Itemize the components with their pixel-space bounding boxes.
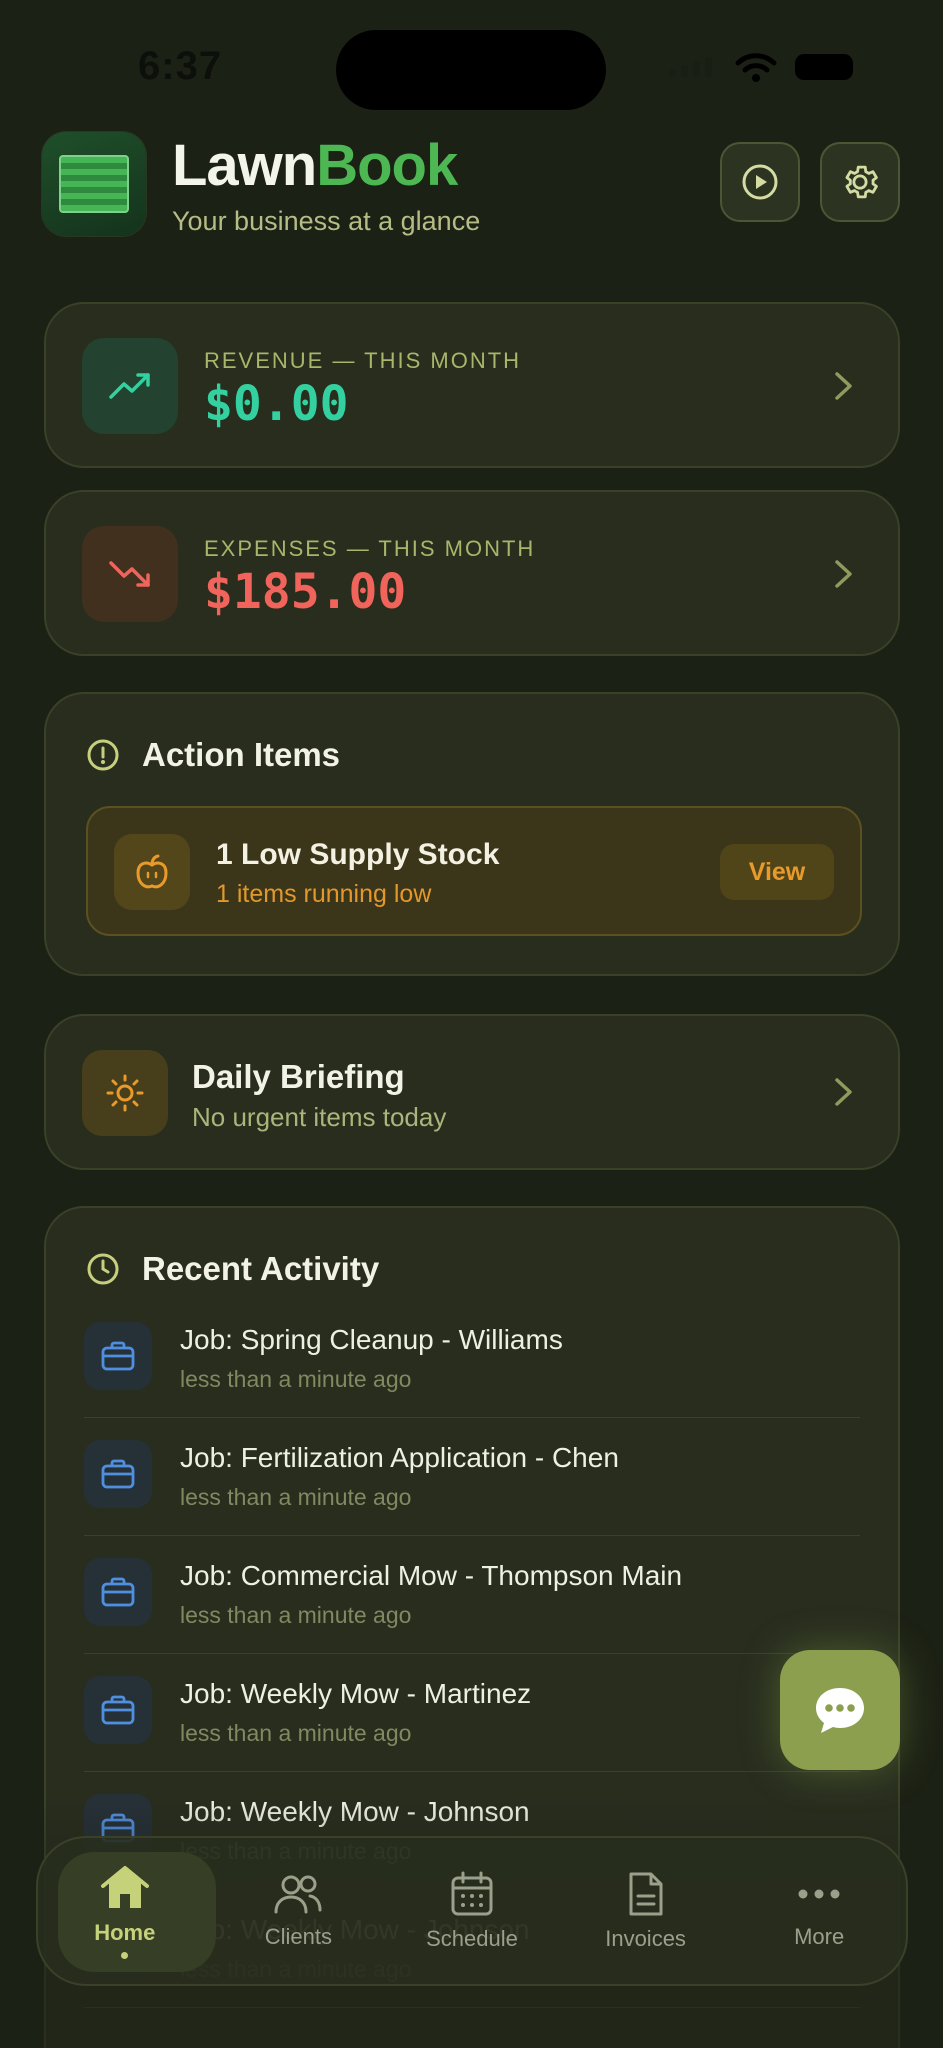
briefcase-icon — [84, 1558, 152, 1626]
calendar-icon — [451, 1871, 493, 1916]
chat-button[interactable] — [780, 1650, 900, 1770]
briefcase-icon — [84, 1676, 152, 1744]
tab-bar: Home Clients Schedule Invoices More — [36, 1836, 908, 1986]
chat-bubble-icon — [816, 1688, 864, 1733]
briefcase-icon — [84, 1440, 152, 1508]
status-time: 6:37 — [138, 44, 223, 88]
tab-label: Invoices — [605, 1926, 686, 1951]
briefing-title: Daily Briefing — [192, 1058, 405, 1095]
chevron-right-icon — [835, 372, 852, 400]
chevron-right-icon — [835, 560, 852, 588]
activity-title: Job: Commercial Mow - Thompson Main — [180, 1560, 683, 1591]
alert-title: 1 Low Supply Stock — [216, 838, 500, 871]
chevron-right-icon — [835, 1078, 852, 1106]
users-icon — [274, 1875, 322, 1914]
tagline: Your business at a glance — [172, 206, 481, 236]
play-button[interactable] — [720, 142, 800, 222]
tab-label: Schedule — [426, 1926, 518, 1951]
wifi-icon — [735, 53, 777, 82]
activity-item[interactable]: Job: Fertilization Application - Chen les… — [84, 1418, 860, 1536]
view-button[interactable]: View — [720, 844, 834, 900]
home-icon — [100, 1865, 149, 1908]
expenses-card[interactable]: EXPENSES — THIS MONTH $185.00 — [44, 490, 900, 656]
recent-activity-title: Recent Activity — [142, 1250, 380, 1287]
alert-subtitle: 1 items running low — [216, 880, 432, 908]
tab-home[interactable]: Home — [38, 1836, 212, 1986]
activity-time: less than a minute ago — [180, 1366, 412, 1392]
action-items-title: Action Items — [142, 736, 341, 773]
app-title: LawnBook — [172, 132, 458, 199]
activity-title: Job: Spring Cleanup - Williams — [180, 1324, 563, 1355]
activity-time: less than a minute ago — [180, 1720, 412, 1746]
activity-time: less than a minute ago — [180, 1484, 412, 1510]
revenue-value: $0.00 — [204, 376, 349, 432]
activity-title: Job: Weekly Mow - Martinez — [180, 1678, 532, 1709]
revenue-label: REVENUE — THIS MONTH — [204, 348, 522, 373]
document-icon — [629, 1872, 663, 1916]
activity-time: less than a minute ago — [180, 1602, 412, 1628]
low-stock-alert[interactable]: 1 Low Supply Stock 1 items running low V… — [86, 806, 862, 936]
more-icon — [798, 1889, 840, 1899]
tab-schedule[interactable]: Schedule — [385, 1836, 559, 1986]
activity-title: Job: Fertilization Application - Chen — [180, 1442, 619, 1473]
activity-item[interactable]: Job: Spring Cleanup - Williams less than … — [84, 1300, 860, 1418]
expenses-value: $185.00 — [204, 564, 407, 620]
trending-up-icon — [82, 338, 178, 434]
battery-icon — [795, 54, 853, 80]
tab-more[interactable]: More — [732, 1836, 906, 1986]
activity-item[interactable]: Job: Weekly Mow - Martinez less than a mi… — [84, 1654, 860, 1772]
brand-book: Book — [316, 133, 458, 198]
clock-icon — [87, 1253, 119, 1285]
app-logo — [42, 132, 146, 236]
gear-icon — [845, 165, 878, 199]
briefcase-icon — [84, 1322, 152, 1390]
lawn-field-icon — [59, 155, 129, 213]
apple-icon — [114, 834, 190, 910]
tab-clients[interactable]: Clients — [212, 1836, 386, 1986]
expenses-label: EXPENSES — THIS MONTH — [204, 536, 536, 561]
settings-button[interactable] — [820, 142, 900, 222]
active-dot — [121, 1951, 129, 1959]
activity-item[interactable]: Job: Commercial Mow - Thompson Main less … — [84, 1536, 860, 1654]
tab-label: More — [794, 1924, 845, 1949]
tab-label: Home — [94, 1919, 156, 1945]
dynamic-island — [336, 30, 606, 110]
alert-circle-icon — [87, 739, 119, 771]
daily-briefing-card[interactable]: Daily Briefing No urgent items today — [44, 1014, 900, 1170]
status-icons — [669, 52, 853, 82]
tab-invoices[interactable]: Invoices — [559, 1836, 733, 1986]
sun-icon — [82, 1050, 168, 1136]
signal-icon — [669, 57, 712, 77]
tab-label: Clients — [264, 1924, 333, 1949]
brand-lawn: Lawn — [172, 133, 317, 198]
action-items-card: Action Items 1 Low Supply Stock 1 items … — [44, 692, 900, 976]
play-icon — [742, 164, 778, 200]
revenue-card[interactable]: REVENUE — THIS MONTH $0.00 — [44, 302, 900, 468]
trending-down-icon — [82, 526, 178, 622]
briefing-subtitle: No urgent items today — [192, 1102, 447, 1132]
